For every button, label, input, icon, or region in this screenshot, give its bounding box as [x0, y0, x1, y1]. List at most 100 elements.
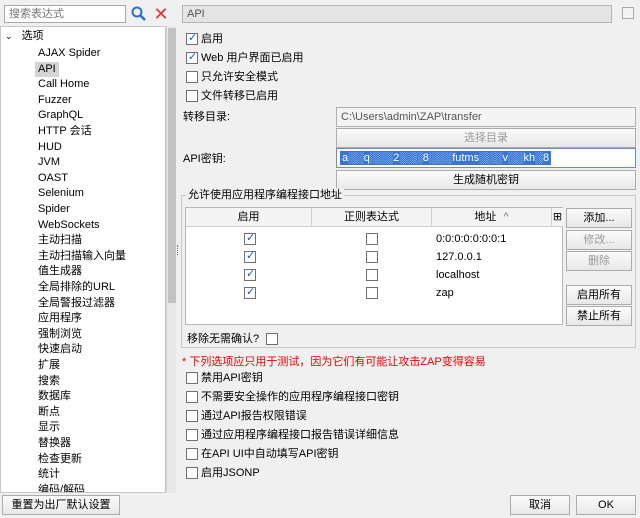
tree-item[interactable]: Spider	[35, 202, 73, 218]
row-enabled-checkbox[interactable]	[244, 267, 256, 281]
tree-item[interactable]: HTTP 会话	[35, 124, 95, 140]
remove-no-confirm-label: 移除无需确认?	[187, 333, 260, 345]
tree-item[interactable]: 主动扫描	[35, 233, 85, 249]
reset-defaults-button[interactable]: 重置为出厂默认设置	[2, 495, 120, 515]
tree-item[interactable]: 强制浏览	[35, 327, 85, 343]
test-option-checkbox[interactable]	[186, 429, 198, 441]
row-address: zap	[436, 287, 454, 299]
tree-item[interactable]: 编码/解码	[35, 483, 88, 492]
tree-item[interactable]: 替换器	[35, 436, 74, 452]
table-row[interactable]: 0:0:0:0:0:0:0:1	[186, 231, 552, 249]
tree-item[interactable]: 搜索	[35, 374, 63, 390]
add-button[interactable]: 添加...	[566, 208, 632, 228]
test-option-label: 通过应用程序编程接口报告错误详细信息	[201, 429, 399, 441]
secure-only-label: 只允许安全模式	[201, 71, 278, 83]
tree-item[interactable]: 应用程序	[35, 311, 85, 327]
tree-item[interactable]: 全局排除的URL	[35, 280, 118, 296]
test-option-checkbox[interactable]	[186, 410, 198, 422]
row-regex-checkbox[interactable]	[366, 233, 378, 245]
column-picker-icon[interactable]: ⊞	[552, 208, 563, 227]
column-enabled[interactable]: 启用	[186, 208, 312, 227]
enable-all-button[interactable]: 启用所有	[566, 285, 632, 305]
tree-root[interactable]: ⌄ 选项	[5, 29, 44, 44]
tree-item[interactable]: 检查更新	[35, 452, 85, 468]
row-regex-checkbox[interactable]	[366, 287, 378, 299]
delete-button[interactable]: 删除	[566, 251, 632, 271]
ok-button[interactable]: OK	[576, 495, 636, 515]
api-key-field[interactable]: a░░q░░░2░░░8░░░futms░░░v░░kh░8	[336, 148, 636, 168]
secure-only-checkbox[interactable]	[186, 71, 198, 83]
row-regex-checkbox[interactable]	[366, 251, 378, 263]
row-regex-checkbox[interactable]	[366, 269, 378, 281]
tree-item[interactable]: API	[35, 61, 59, 78]
cancel-button[interactable]: 取消	[510, 495, 570, 515]
addresses-table: 启用 正则表达式 地址 ^ ⊞ 0:0:0:0:0:0:0:1 127.0.0.1…	[185, 207, 563, 325]
enabled-label: 启用	[201, 33, 223, 45]
tree-item[interactable]: 断点	[35, 405, 63, 421]
transfer-dir-label: 转移目录:	[183, 111, 231, 123]
tree-scrollbar[interactable]	[166, 26, 176, 493]
table-row[interactable]: localhost	[186, 267, 552, 285]
tree-item[interactable]: Selenium	[35, 186, 87, 202]
tree-item[interactable]: 主动扫描输入向量	[35, 249, 129, 265]
tree-item[interactable]: 快速启动	[35, 342, 85, 358]
table-row[interactable]: zap	[186, 285, 552, 303]
column-regex[interactable]: 正则表达式	[312, 208, 432, 227]
column-address[interactable]: 地址 ^	[432, 208, 552, 227]
clear-search-icon[interactable]: ✕	[152, 5, 170, 23]
web-ui-checkbox[interactable]	[186, 50, 198, 64]
tree-scroll-thumb[interactable]	[168, 28, 176, 303]
tree-root-label: 选项	[21, 30, 44, 42]
sort-ascending-icon: ^	[503, 211, 509, 223]
row-enabled-checkbox[interactable]	[244, 249, 256, 263]
web-ui-label: Web 用户界面已启用	[201, 52, 304, 64]
tree-item[interactable]: OAST	[35, 171, 71, 187]
options-tree: ⌄ 选项 AJAX Spider API Call Home Fuzzer GraphQ…	[0, 26, 166, 493]
test-option-label: 启用JSONP	[201, 467, 260, 479]
row-enabled-checkbox[interactable]	[244, 231, 256, 245]
file-transfer-checkbox[interactable]	[186, 90, 198, 102]
warning-note: * 下列选项应只用于测试，因为它们有可能让攻击ZAP变得容易	[182, 356, 486, 368]
tree-item[interactable]: GraphQL	[35, 108, 86, 124]
test-option-checkbox[interactable]	[186, 391, 198, 403]
options-navigation: ✕ ⌄ 选项 AJAX SpiderAPICall HomeFuzzerGrap…	[0, 0, 176, 493]
api-key-value: a░░q░░░2░░░8░░░futms░░░v░░kh░8	[340, 151, 552, 165]
test-option-checkbox[interactable]	[186, 448, 198, 460]
remove-no-confirm-checkbox[interactable]	[266, 333, 278, 345]
row-address: 0:0:0:0:0:0:0:1	[436, 233, 507, 245]
tree-item[interactable]: HUD	[35, 140, 65, 156]
modify-button[interactable]: 修改...	[566, 230, 632, 250]
table-row[interactable]: 127.0.0.1	[186, 249, 552, 267]
select-dir-button[interactable]: 选择目录	[336, 128, 636, 148]
row-address: 127.0.0.1	[436, 251, 482, 263]
collapse-icon[interactable]: ⌄	[5, 31, 13, 41]
tree-item[interactable]: Call Home	[35, 77, 92, 93]
tree-item[interactable]: WebSockets	[35, 218, 103, 234]
tree-item[interactable]: 值生成器	[35, 264, 85, 280]
column-address-label: 地址	[474, 211, 497, 223]
tree-item[interactable]: 显示	[35, 420, 63, 436]
test-option-checkbox[interactable]	[186, 467, 198, 479]
tree-item[interactable]: 扩展	[35, 358, 63, 374]
tree-item[interactable]: JVM	[35, 155, 63, 171]
panel-options-icon[interactable]	[622, 7, 634, 19]
group-title: 允许使用应用程序编程接口地址	[186, 188, 344, 202]
disable-all-button[interactable]: 禁止所有	[566, 306, 632, 326]
search-icon[interactable]	[130, 5, 148, 23]
api-key-label: API密钥:	[183, 153, 226, 165]
test-option-checkbox[interactable]	[186, 372, 198, 384]
tree-item[interactable]: Fuzzer	[35, 93, 75, 109]
enabled-checkbox[interactable]	[186, 31, 198, 45]
row-enabled-checkbox[interactable]	[244, 285, 256, 299]
transfer-dir-field: C:\Users\admin\ZAP\transfer	[336, 107, 636, 127]
tree-item[interactable]: 统计	[35, 467, 63, 483]
test-option-label: 在API UI中自动填写API密钥	[201, 448, 339, 460]
generate-key-button[interactable]: 生成随机密钥	[336, 170, 636, 190]
tree-item[interactable]: 数据库	[35, 389, 74, 405]
test-option-label: 禁用API密钥	[201, 372, 263, 384]
test-option-label: 通过API报告权限错误	[201, 410, 307, 422]
tree-item[interactable]: AJAX Spider	[35, 46, 103, 62]
tree-item[interactable]: 全局警报过滤器	[35, 296, 118, 312]
row-address: localhost	[436, 269, 480, 281]
search-input[interactable]	[4, 5, 126, 23]
